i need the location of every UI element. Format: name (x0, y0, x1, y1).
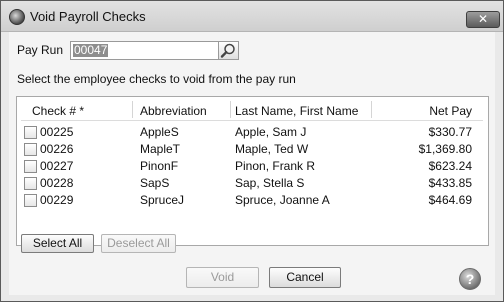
abbreviation: AppleS (140, 125, 179, 139)
magnifier-icon (220, 43, 235, 58)
table-row[interactable]: 00225 AppleS Apple, Sam J $330.77 (17, 124, 488, 141)
employee-name: Apple, Sam J (235, 125, 307, 139)
close-button[interactable]: ✕ (466, 11, 500, 28)
check-number: 00225 (40, 125, 74, 139)
column-divider (230, 101, 231, 118)
instructions-text: Select the employee checks to void from … (17, 72, 296, 86)
title-bar[interactable]: Void Payroll Checks ✕ (1, 1, 503, 32)
column-header-name[interactable]: Last Name, First Name (235, 104, 358, 118)
check-number: 00226 (40, 142, 74, 156)
column-header-net-pay[interactable]: Net Pay (372, 104, 472, 118)
row-checkbox[interactable] (24, 143, 37, 156)
table-row[interactable]: 00229 SpruceJ Spruce, Joanne A $464.69 (17, 192, 488, 209)
abbreviation: SapS (140, 176, 170, 190)
check-number: 00227 (40, 159, 74, 173)
column-header-check-number[interactable]: Check # * (32, 104, 84, 118)
net-pay: $623.24 (428, 159, 472, 173)
dialog-content: Pay Run 00047 Select the employee checks… (9, 32, 495, 295)
void-payroll-checks-dialog: Void Payroll Checks ✕ Pay Run 00047 Sele… (0, 0, 504, 302)
net-pay: $330.77 (428, 125, 472, 139)
abbreviation: MapleT (140, 142, 181, 156)
abbreviation: PinonF (140, 159, 179, 173)
help-icon[interactable]: ? (459, 268, 481, 290)
select-all-button[interactable]: Select All (21, 234, 94, 253)
table-row[interactable]: 00227 PinonF Pinon, Frank R $623.24 (17, 158, 488, 175)
row-checkbox[interactable] (24, 194, 37, 207)
employee-name: Spruce, Joanne A (235, 193, 330, 207)
row-checkbox[interactable] (24, 160, 37, 173)
employee-name: Sap, Stella S (235, 176, 305, 190)
void-button[interactable]: Void (186, 267, 259, 288)
employee-name: Maple, Ted W (235, 142, 309, 156)
employee-name: Pinon, Frank R (235, 159, 316, 173)
column-header-abbreviation[interactable]: Abbreviation (140, 104, 207, 118)
table-row[interactable]: 00226 MapleT Maple, Ted W $1,369.80 (17, 141, 488, 158)
lookup-button[interactable] (218, 41, 239, 60)
net-pay: $433.85 (428, 176, 472, 190)
app-logo-icon (9, 9, 25, 25)
abbreviation: SpruceJ (140, 193, 185, 207)
pay-run-label: Pay Run (17, 43, 64, 57)
table-row[interactable]: 00228 SapS Sap, Stella S $433.85 (17, 175, 488, 192)
check-number: 00228 (40, 176, 74, 190)
row-checkbox[interactable] (24, 177, 37, 190)
net-pay: $464.69 (428, 193, 472, 207)
column-divider (132, 101, 133, 118)
net-pay: $1,369.80 (418, 142, 472, 156)
deselect-all-button[interactable]: Deselect All (101, 234, 176, 253)
dialog-title: Void Payroll Checks (30, 9, 146, 24)
pay-run-field[interactable]: 00047 (70, 41, 225, 60)
check-number: 00229 (40, 193, 74, 207)
cancel-button[interactable]: Cancel (269, 267, 341, 288)
checks-table: Check # * Abbreviation Last Name, First … (16, 96, 489, 246)
header-divider (21, 120, 483, 121)
pay-run-value[interactable]: 00047 (73, 44, 109, 57)
row-checkbox[interactable] (24, 126, 37, 139)
